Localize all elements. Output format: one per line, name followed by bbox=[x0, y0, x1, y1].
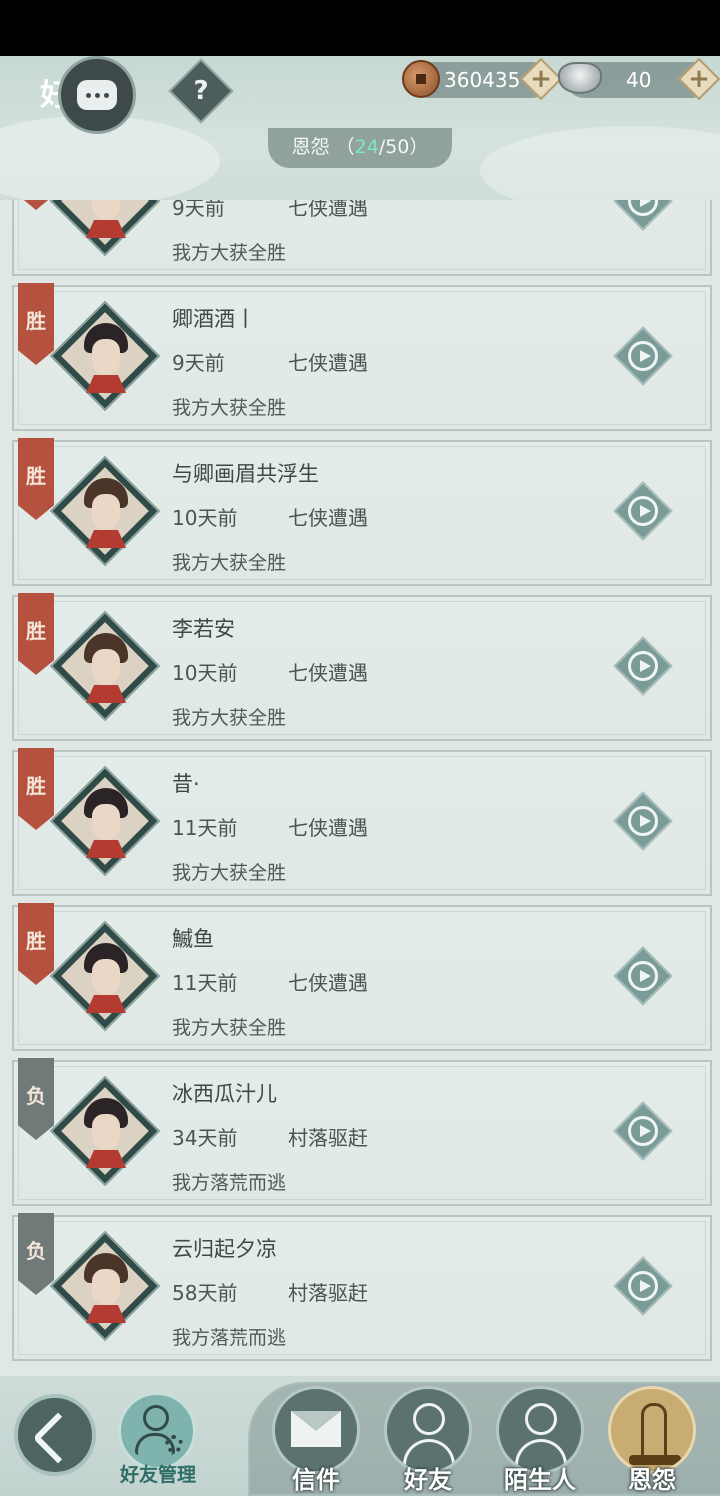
page-title: 恩怨 （24/50） bbox=[268, 128, 452, 168]
replay-icon[interactable] bbox=[628, 1116, 658, 1146]
record-card[interactable]: 胜 李若安 10天前 七侠遭遇 我方大获全胜 bbox=[12, 593, 712, 741]
status-bar bbox=[0, 0, 720, 56]
friend-icon bbox=[413, 1403, 445, 1435]
record-time: 10天前 bbox=[172, 506, 238, 530]
replay-icon[interactable] bbox=[628, 1271, 658, 1301]
record-result: 我方落荒而逃 bbox=[172, 1327, 287, 1349]
grudge-icon bbox=[641, 1403, 667, 1463]
lose-ribbon: 负 bbox=[18, 1058, 54, 1140]
record-card[interactable]: 负 冰西瓜汁儿 34天前 村落驱赶 我方落荒而逃 bbox=[12, 1058, 712, 1206]
record-time: 9天前 bbox=[172, 351, 225, 375]
avatar-face bbox=[92, 959, 120, 995]
record-card[interactable]: 胜 鰄鱼 11天前 七侠遭遇 我方大获全胜 bbox=[12, 903, 712, 1051]
player-name: 云归起夕凉 bbox=[172, 1237, 277, 1261]
player-name: 卿酒酒丨 bbox=[172, 307, 256, 331]
silver-ingot-icon bbox=[558, 62, 602, 94]
record-result: 我方大获全胜 bbox=[172, 862, 287, 884]
record-mode: 七侠遭遇 bbox=[288, 971, 368, 995]
replay-icon[interactable] bbox=[628, 651, 658, 681]
record-result: 我方大获全胜 bbox=[172, 1017, 287, 1039]
silver-display: 40 + bbox=[558, 57, 720, 101]
chat-icon bbox=[77, 80, 117, 110]
envelope-icon bbox=[291, 1411, 341, 1447]
replay-icon[interactable] bbox=[628, 496, 658, 526]
player-name: 鰄鱼 bbox=[172, 927, 214, 951]
title-label: 恩怨 （ bbox=[291, 136, 355, 158]
record-card[interactable]: 胜 卿酒酒丨 9天前 七侠遭遇 我方大获全胜 bbox=[12, 283, 712, 431]
record-result: 我方大获全胜 bbox=[172, 397, 287, 419]
tab-mail-label[interactable]: 信件 bbox=[261, 1460, 371, 1495]
record-time: 11天前 bbox=[172, 816, 238, 840]
replay-icon[interactable] bbox=[628, 341, 658, 371]
user-icon bbox=[143, 1405, 169, 1431]
record-card[interactable]: 胜 与卿画眉共浮生 10天前 七侠遭遇 我方大获全胜 bbox=[12, 438, 712, 586]
record-mode: 七侠遭遇 bbox=[288, 200, 368, 220]
record-card[interactable]: 负 云归起夕凉 58天前 村落驱赶 我方落荒而逃 bbox=[12, 1213, 712, 1361]
win-ribbon: 胜 bbox=[18, 593, 54, 675]
record-mode: 村落驱赶 bbox=[288, 1281, 368, 1305]
record-time: 10天前 bbox=[172, 661, 238, 685]
record-time: 11天前 bbox=[172, 971, 238, 995]
record-mode: 七侠遭遇 bbox=[288, 351, 368, 375]
avatar-face bbox=[92, 649, 120, 685]
tab-friends-label[interactable]: 好友 bbox=[373, 1460, 483, 1495]
lose-ribbon: 负 bbox=[18, 1213, 54, 1295]
cloud-decoration bbox=[480, 126, 720, 200]
record-count-total: /50） bbox=[378, 136, 429, 158]
avatar-face bbox=[92, 1114, 120, 1150]
player-name: 李若安 bbox=[172, 617, 235, 641]
win-ribbon: 胜 bbox=[18, 903, 54, 985]
tab-grudges-label[interactable]: 恩怨 bbox=[597, 1460, 707, 1495]
win-ribbon: 胜 bbox=[18, 438, 54, 520]
top-bar: 好 ? 360435 + 40 + 恩怨 （24/50） bbox=[0, 56, 720, 200]
back-button[interactable] bbox=[14, 1394, 96, 1476]
player-name: 昔· bbox=[172, 772, 200, 796]
record-time: 9天前 bbox=[172, 200, 225, 220]
record-count-current: 24 bbox=[354, 136, 379, 158]
question-icon[interactable]: ? bbox=[178, 68, 224, 114]
copper-coin-icon bbox=[402, 60, 440, 98]
record-result: 我方落荒而逃 bbox=[172, 1172, 287, 1194]
tab-strangers-label[interactable]: 陌生人 bbox=[485, 1460, 595, 1495]
win-ribbon: 胜 bbox=[18, 283, 54, 365]
friend-manage-button[interactable] bbox=[118, 1392, 196, 1470]
avatar-face bbox=[92, 339, 120, 375]
copper-amount: 360435 bbox=[444, 68, 521, 92]
replay-icon[interactable] bbox=[628, 806, 658, 836]
record-mode: 村落驱赶 bbox=[288, 1126, 368, 1150]
record-card[interactable]: 9天前 七侠遭遇 我方大获全胜 bbox=[12, 200, 712, 276]
silver-amount: 40 bbox=[626, 68, 652, 92]
replay-icon[interactable] bbox=[628, 961, 658, 991]
record-time: 34天前 bbox=[172, 1126, 238, 1150]
player-name: 与卿画眉共浮生 bbox=[172, 462, 319, 486]
stranger-icon bbox=[525, 1403, 557, 1435]
copper-display: 360435 + bbox=[402, 57, 563, 101]
record-result: 我方大获全胜 bbox=[172, 552, 287, 574]
plus-icon[interactable]: + bbox=[526, 64, 556, 94]
record-list[interactable]: 9天前 七侠遭遇 我方大获全胜 胜 卿酒酒丨 9天前 七侠遭遇 我方大获全胜 胜… bbox=[0, 200, 720, 1376]
avatar-face bbox=[92, 494, 120, 530]
record-card[interactable]: 胜 昔· 11天前 七侠遭遇 我方大获全胜 bbox=[12, 748, 712, 896]
avatar-face bbox=[92, 1269, 120, 1305]
record-mode: 七侠遭遇 bbox=[288, 816, 368, 840]
player-name: 冰西瓜汁儿 bbox=[172, 1082, 277, 1106]
friend-manage-label[interactable]: 好友管理 bbox=[108, 1460, 208, 1487]
chat-button[interactable] bbox=[58, 56, 136, 134]
record-result: 我方大获全胜 bbox=[172, 707, 287, 729]
record-time: 58天前 bbox=[172, 1281, 238, 1305]
plus-icon[interactable]: + bbox=[684, 64, 714, 94]
win-ribbon: 胜 bbox=[18, 748, 54, 830]
record-result: 我方大获全胜 bbox=[172, 242, 287, 264]
bottom-bar: 好友管理 信件 好友 陌生人 恩怨 bbox=[0, 1376, 720, 1496]
record-mode: 七侠遭遇 bbox=[288, 506, 368, 530]
gear-icon bbox=[165, 1435, 183, 1453]
avatar-face bbox=[92, 804, 120, 840]
record-mode: 七侠遭遇 bbox=[288, 661, 368, 685]
